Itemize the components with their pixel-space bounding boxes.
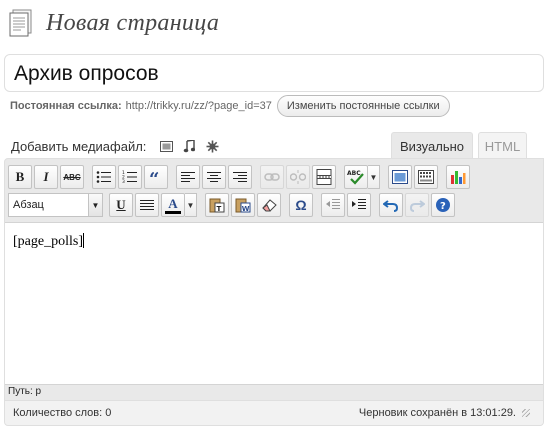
help-icon: ? bbox=[436, 198, 450, 212]
special-char-button[interactable]: Ω bbox=[289, 193, 313, 217]
italic-glyph: I bbox=[43, 169, 49, 184]
spellcheck-dropdown-arrow[interactable]: ▼ bbox=[368, 165, 380, 189]
draft-saved-status: Черновик сохранён в 13:01:29. bbox=[358, 407, 516, 419]
status-right: Черновик сохранён в 13:01:29. bbox=[359, 407, 530, 419]
permalink-url[interactable]: http://trikky.ru/zz/?page_id=37 bbox=[126, 100, 272, 112]
align-right-icon bbox=[233, 172, 247, 182]
outdent-button[interactable] bbox=[321, 193, 345, 217]
poll-chart-icon bbox=[451, 171, 466, 184]
help-button[interactable]: ? bbox=[431, 193, 455, 217]
align-center-icon bbox=[207, 172, 221, 182]
add-media-label: Добавить медиафайл: bbox=[11, 138, 147, 154]
kitchen-sink-icon bbox=[418, 170, 434, 184]
media-row: Добавить медиафайл: bbox=[11, 137, 227, 155]
text-color-glyph: A bbox=[168, 195, 178, 211]
editor-text: [page_polls] bbox=[13, 234, 83, 249]
fullscreen-icon bbox=[392, 170, 408, 184]
align-justify-icon bbox=[140, 200, 154, 210]
italic-button[interactable]: I bbox=[34, 165, 58, 189]
insert-link-button[interactable] bbox=[260, 165, 284, 189]
text-caret bbox=[82, 233, 84, 248]
unlink-icon bbox=[290, 170, 306, 184]
bold-button[interactable]: B bbox=[8, 165, 32, 189]
remove-format-button[interactable] bbox=[257, 193, 281, 217]
toolbar-row-2: Абзац ▼ U A ▼ T W Ω ? bbox=[8, 192, 457, 218]
paste-word-button[interactable]: W bbox=[231, 193, 255, 217]
omega-icon: Ω bbox=[295, 197, 307, 213]
page-header: Новая страница bbox=[6, 6, 219, 40]
bold-glyph: B bbox=[15, 169, 25, 184]
redo-button[interactable] bbox=[405, 193, 429, 217]
svg-text:W: W bbox=[242, 205, 250, 213]
svg-text:?: ? bbox=[440, 201, 446, 212]
editor-content[interactable]: [page_polls] bbox=[5, 222, 543, 385]
text-color-split: A ▼ bbox=[161, 193, 197, 217]
format-select[interactable]: Абзац ▼ bbox=[8, 193, 103, 217]
bullet-list-button[interactable] bbox=[92, 165, 116, 189]
change-permalinks-button[interactable]: Изменить постоянные ссылки bbox=[276, 95, 450, 117]
align-center-button[interactable] bbox=[202, 165, 226, 189]
text-color-button[interactable]: A bbox=[161, 193, 185, 217]
toolbar-row-1: B I ABC 123 “ ABC ▼ bbox=[8, 164, 472, 190]
unlink-button[interactable] bbox=[286, 165, 310, 189]
bullet-list-icon bbox=[96, 171, 111, 183]
spellcheck-icon: ABC bbox=[347, 170, 364, 185]
fullscreen-button[interactable] bbox=[388, 165, 412, 189]
svg-text:“: “ bbox=[149, 171, 159, 183]
underline-glyph: U bbox=[116, 197, 126, 212]
undo-button[interactable] bbox=[379, 193, 403, 217]
chevron-down-icon: ▼ bbox=[88, 194, 102, 216]
paste-text-button[interactable]: T bbox=[205, 193, 229, 217]
page-title: Новая страница bbox=[46, 9, 220, 36]
blockquote-button[interactable]: “ bbox=[144, 165, 168, 189]
outdent-icon bbox=[326, 199, 340, 209]
post-title-input[interactable] bbox=[4, 54, 544, 92]
kitchen-sink-button[interactable] bbox=[414, 165, 438, 189]
status-bar: Количество слов: 0 Черновик сохранён в 1… bbox=[5, 400, 543, 425]
text-color-dropdown-arrow[interactable]: ▼ bbox=[185, 193, 197, 217]
spellcheck-split: ABC ▼ bbox=[344, 165, 380, 189]
numbered-list-icon: 123 bbox=[122, 170, 137, 184]
align-left-button[interactable] bbox=[176, 165, 200, 189]
numbered-list-button[interactable]: 123 bbox=[118, 165, 142, 189]
align-right-button[interactable] bbox=[228, 165, 252, 189]
link-icon bbox=[264, 173, 280, 181]
svg-text:ABC: ABC bbox=[347, 170, 361, 177]
format-select-value: Абзац bbox=[13, 199, 44, 211]
strikethrough-glyph: ABC bbox=[63, 172, 81, 182]
indent-icon bbox=[352, 199, 366, 209]
image-icon[interactable] bbox=[158, 138, 174, 154]
text-color-swatch bbox=[165, 210, 181, 214]
resize-handle-icon[interactable] bbox=[522, 409, 530, 417]
tab-html[interactable]: HTML bbox=[478, 132, 527, 160]
page-icon bbox=[6, 8, 36, 38]
insert-more-button[interactable] bbox=[312, 165, 336, 189]
tab-visual[interactable]: Визуально bbox=[391, 132, 473, 160]
permalink-label: Постоянная ссылка: bbox=[10, 100, 122, 112]
svg-text:T: T bbox=[217, 205, 222, 213]
paste-word-icon: W bbox=[235, 198, 251, 213]
blockquote-icon: “ bbox=[149, 171, 159, 183]
word-count: Количество слов: 0 bbox=[13, 407, 112, 419]
editor-path: Путь: p bbox=[8, 386, 42, 397]
audio-icon[interactable] bbox=[181, 138, 197, 154]
editor: B I ABC 123 “ ABC ▼ Абзац ▼ U A ▼ T W Ω … bbox=[4, 158, 544, 426]
justify-button[interactable] bbox=[135, 193, 159, 217]
redo-icon bbox=[409, 200, 425, 212]
align-left-icon bbox=[181, 172, 195, 182]
insert-poll-button[interactable] bbox=[446, 165, 470, 189]
eraser-icon bbox=[262, 199, 277, 212]
indent-button[interactable] bbox=[347, 193, 371, 217]
spellcheck-button[interactable]: ABC bbox=[344, 165, 368, 189]
media-icon[interactable] bbox=[204, 138, 220, 154]
strikethrough-button[interactable]: ABC bbox=[60, 165, 84, 189]
more-tag-icon bbox=[316, 169, 332, 185]
paste-text-icon: T bbox=[209, 198, 225, 213]
underline-button[interactable]: U bbox=[109, 193, 133, 217]
undo-icon bbox=[383, 200, 399, 212]
svg-text:3: 3 bbox=[122, 179, 125, 184]
permalink-row: Постоянная ссылка: http://trikky.ru/zz/?… bbox=[10, 94, 450, 118]
